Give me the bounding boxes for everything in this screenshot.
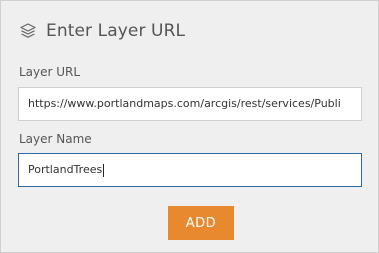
layers-icon [19,22,37,40]
text-caret [103,163,105,177]
layer-url-input[interactable]: https://www.portlandmaps.com/arcgis/rest… [18,87,362,121]
layer-url-value: https://www.portlandmaps.com/arcgis/rest… [28,97,341,110]
layer-name-value: PortlandTrees [28,163,103,176]
add-button[interactable]: ADD [168,206,234,240]
layer-name-input[interactable]: PortlandTrees [18,153,362,187]
layer-url-label: Layer URL [19,65,81,79]
enter-layer-url-panel: Enter Layer URL Layer URL https://www.po… [0,0,379,253]
panel-title: Enter Layer URL [46,21,186,41]
panel-header: Enter Layer URL [19,19,185,43]
layer-name-label: Layer Name [19,132,92,146]
